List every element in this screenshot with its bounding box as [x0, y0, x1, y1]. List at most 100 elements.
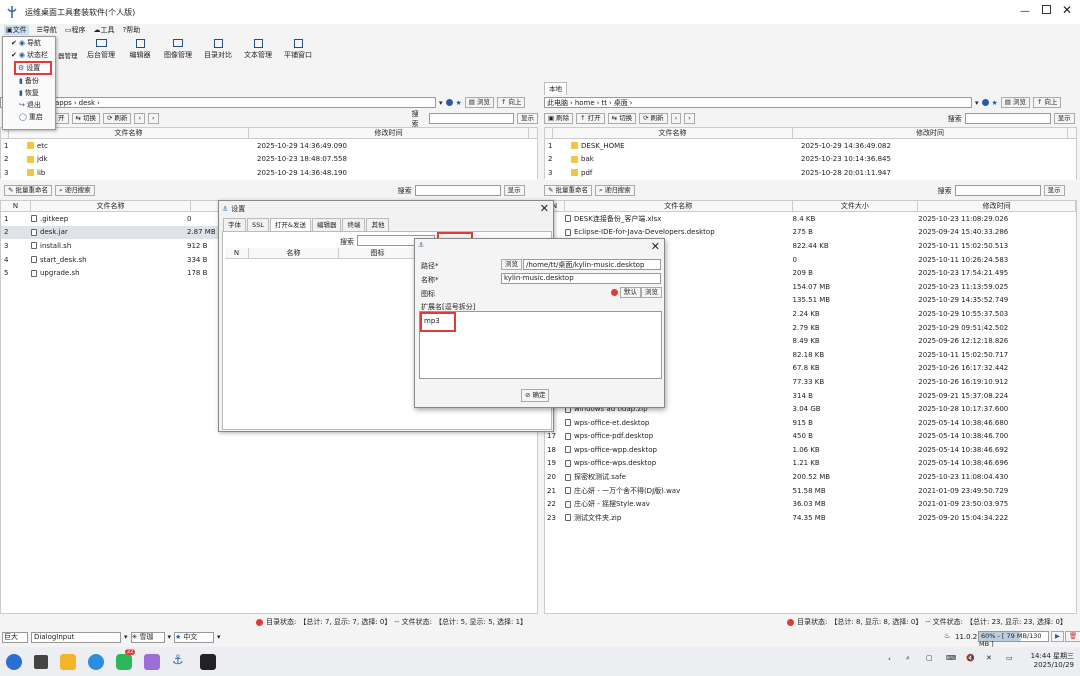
up-button[interactable]: ↑ 向上: [496, 97, 526, 108]
maximize-icon[interactable]: [1042, 5, 1051, 14]
show-button-2[interactable]: 显示: [1043, 185, 1065, 196]
icon-default-button[interactable]: 默认: [620, 287, 641, 298]
multitask-icon[interactable]: [34, 654, 48, 669]
back-button[interactable]: ‹: [670, 113, 682, 124]
menu-item-restore[interactable]: ▮ 恢复: [3, 87, 55, 99]
input-icon[interactable]: ⌨: [946, 654, 956, 662]
menu-item-settings[interactable]: ⚙ 设置: [14, 61, 52, 75]
table-row[interactable]: 19 wps-office-wps.desktop 1.21 KB 2025-05-1…: [545, 457, 1076, 471]
icon-clear-icon[interactable]: [611, 289, 618, 296]
table-row[interactable]: 3 pdf 2025-10-28 20:01:11.947: [545, 166, 1076, 180]
font-select[interactable]: DialogInput: [31, 631, 121, 643]
network-icon[interactable]: ✕: [986, 654, 992, 662]
show-button[interactable]: 显示: [1053, 113, 1075, 124]
recursive-search-button[interactable]: ⌕ 递归搜索: [54, 185, 95, 196]
table-row[interactable]: 21 庄心妍 - 一万个舍不得(DJ版).wav 51.58 MB 2021-01-0…: [545, 484, 1076, 498]
search-icon[interactable]: ⌕: [906, 654, 910, 663]
search-input-2[interactable]: [954, 185, 1041, 196]
search-input-2[interactable]: [414, 185, 501, 196]
star-icon[interactable]: ★: [992, 99, 998, 107]
name-input[interactable]: kylin-music.desktop: [501, 273, 661, 284]
tab-ssl[interactable]: SSL: [247, 218, 269, 231]
star-icon[interactable]: ★: [456, 99, 462, 107]
browse-button[interactable]: ▤ 浏览: [1000, 97, 1030, 108]
memory-bar[interactable]: 60% - [ 79 MB/130 MB ]: [978, 631, 1049, 648]
icon-browse-button[interactable]: 浏览: [641, 287, 662, 298]
table-row[interactable]: 18 wps-office-wpp.desktop 1.06 KB 2025-05-1…: [545, 443, 1076, 457]
forward-button[interactable]: ›: [684, 113, 695, 124]
show-button[interactable]: 显示: [517, 113, 538, 124]
refresh-button[interactable]: ⟳ 刷新: [639, 113, 668, 124]
clock[interactable]: 14:44 星期三 2025/10/29: [1026, 651, 1074, 669]
path-input[interactable]: /home/tt/桌面/kylin-music.desktop: [523, 259, 661, 270]
info-icon[interactable]: [981, 99, 989, 106]
search-input[interactable]: [428, 113, 514, 124]
menu-nav[interactable]: ☰导航: [37, 25, 57, 35]
col-filename[interactable]: 文件名称: [31, 201, 191, 211]
tool-image[interactable]: 图像管理: [164, 39, 192, 60]
tab-other[interactable]: 其他: [366, 218, 390, 231]
chat-app-icon[interactable]: 22: [116, 648, 136, 670]
menu-tools[interactable]: ☁工具: [94, 25, 115, 35]
menu-item-nav[interactable]: ✔ ◉ 导航: [3, 37, 55, 49]
dialog-close-icon[interactable]: ✕: [540, 202, 549, 215]
col-n[interactable]: N: [1, 201, 31, 211]
table-row[interactable]: wps-office-et.desktop 915 B 2025-05-14 10:…: [545, 416, 1076, 430]
screenshot-icon[interactable]: ▢: [926, 654, 933, 662]
back-button[interactable]: ‹: [134, 113, 146, 124]
tab-terminal[interactable]: 终端: [342, 218, 366, 231]
close-icon[interactable]: ✕: [1062, 3, 1072, 17]
lang-select[interactable]: ★ 中文: [174, 631, 215, 643]
path-browse-button[interactable]: 浏览: [501, 259, 522, 270]
tool-editor[interactable]: 编辑器: [128, 39, 152, 60]
open-button[interactable]: ↑ 打开: [576, 113, 605, 124]
menu-file[interactable]: ▣文件: [4, 25, 29, 35]
batch-rename-button[interactable]: ✎ 批量重命名: [544, 185, 592, 196]
terminal-app-icon[interactable]: [200, 653, 216, 670]
col-time[interactable]: 修改时间: [249, 128, 529, 138]
play-button[interactable]: ▶: [1051, 631, 1064, 642]
menu-help[interactable]: ?帮助: [123, 25, 141, 35]
table-row[interactable]: 3 lib 2025-10-29 14:36:48.190: [1, 166, 537, 180]
menu-item-restart[interactable]: ◯ 重启: [3, 111, 55, 123]
table-row[interactable]: 2 bak 2025-10-23 10:14:36.845: [545, 153, 1076, 167]
batch-rename-button[interactable]: ✎ 批量重命名: [4, 185, 52, 196]
switch-button[interactable]: ⇆ 切换: [607, 113, 637, 124]
files-app-icon[interactable]: [60, 653, 76, 670]
tab-editor[interactable]: 编辑器: [311, 218, 342, 231]
menu-program[interactable]: ▭程序: [65, 25, 86, 35]
info-icon[interactable]: [445, 99, 453, 106]
recursive-search-button[interactable]: ⌕ 递归搜索: [594, 185, 635, 196]
switch-button[interactable]: ⇆ 切换: [71, 113, 100, 124]
theme-dropdown-icon[interactable]: ▾: [168, 633, 172, 641]
ext-textarea[interactable]: mp3: [419, 311, 662, 379]
menu-item-backup[interactable]: ▮ 备份: [3, 75, 55, 87]
table-row[interactable]: 1 DESK_HOME 2025-10-29 14:36:49.082: [545, 139, 1076, 153]
up-button[interactable]: ↑ 向上: [1032, 97, 1062, 108]
menu-item-exit[interactable]: ↪ 退出: [3, 99, 55, 111]
browser-app-icon[interactable]: [88, 653, 104, 670]
refresh-button[interactable]: ⟳ 刷新: [102, 113, 132, 124]
table-row[interactable]: 17 wps-office-pdf.desktop 450 B 2025-05-14 …: [545, 430, 1076, 444]
tab-local[interactable]: 本地: [544, 82, 567, 95]
browse-button[interactable]: ▤ 浏览: [464, 97, 494, 108]
font-size-select[interactable]: 巨大: [2, 631, 28, 643]
show-button-2[interactable]: 显示: [503, 185, 525, 196]
tray-chevron-icon[interactable]: ‹: [888, 655, 891, 663]
table-row[interactable]: 1DESK连接备份_客户端.xlsx8.4 KB2025-10-23 11:08…: [545, 212, 1076, 226]
left-path-input[interactable]: apps › desk ›: [0, 97, 436, 108]
tool-text[interactable]: 文本管理: [244, 39, 272, 60]
tool-backend[interactable]: 后台管理: [86, 39, 116, 60]
menu-item-statusbar[interactable]: ✔ ◉ 状态栏: [3, 49, 55, 61]
minimize-icon[interactable]: —: [1020, 6, 1030, 17]
table-row[interactable]: 22 庄心妍 - 摇摆Style.wav 36.03 MB 2021-01-09 23…: [545, 497, 1076, 511]
notes-app-icon[interactable]: [144, 653, 160, 670]
toolbar-partial-item[interactable]: 器管理: [58, 50, 78, 60]
start-icon[interactable]: [6, 653, 22, 670]
dropdown-icon[interactable]: ▾: [975, 99, 979, 107]
mute-icon[interactable]: 🔇: [966, 654, 975, 662]
tool-dircompare[interactable]: 目录对比: [204, 39, 232, 60]
table-row[interactable]: 2 jdk 2025-10-23 18:48:07.558: [1, 153, 537, 167]
dropdown-icon[interactable]: ▾: [439, 99, 443, 107]
forward-button[interactable]: ›: [148, 113, 159, 124]
